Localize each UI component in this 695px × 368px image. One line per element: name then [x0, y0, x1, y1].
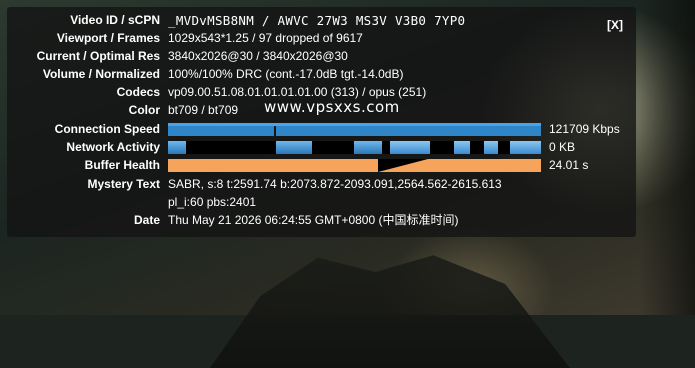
date-label: Date: [133, 213, 160, 227]
connection-bar-highlight: [168, 123, 541, 126]
row-date: Date Thu May 21 2026 06:24:55 GMT+0800 (…: [7, 212, 636, 229]
stats-for-nerds-panel: [X] Video ID / sCPN _MVDvMSB8NM / AWVC 2…: [7, 7, 636, 237]
buffer-bar-ramp: [378, 159, 428, 172]
row-buffer-health: Buffer Health 24.01 s: [7, 157, 636, 174]
network-burst: [276, 141, 312, 154]
connection-speed-label: Connection Speed: [54, 122, 160, 136]
connection-speed-graph: [168, 123, 541, 136]
color-value: bt709 / bt709: [168, 103, 239, 117]
buffer-bar-segment: [428, 159, 541, 172]
mystery-text-label: Mystery Text: [87, 177, 160, 191]
row-resolution: Current / Optimal Res 3840x2026@30 / 384…: [7, 48, 636, 65]
row-connection-speed: Connection Speed 121709 Kbps: [7, 121, 636, 138]
network-burst: [510, 141, 541, 154]
network-activity-value: 0 KB: [549, 140, 576, 154]
network-burst: [354, 141, 382, 154]
mystery-text-line2: pl_i:60 pbs:2401: [168, 195, 257, 209]
viewport-label: Viewport / Frames: [56, 31, 160, 45]
network-burst: [454, 141, 470, 154]
row-mystery-text-2: pl_i:60 pbs:2401: [7, 194, 636, 211]
buffer-health-value: 24.01 s: [549, 158, 589, 172]
buffer-bar-segment: [168, 159, 378, 172]
volume-value: 100%/100% DRC (cont.-17.0dB tgt.-14.0dB): [168, 67, 404, 81]
connection-speed-value: 121709 Kbps: [549, 122, 620, 136]
row-color: Color bt709 / bt709 www.vpsxxs.com: [7, 98, 636, 119]
row-viewport: Viewport / Frames 1029x543*1.25 / 97 dro…: [7, 30, 636, 47]
video-id-label: Video ID / sCPN: [70, 13, 160, 27]
row-volume: Volume / Normalized 100%/100% DRC (cont.…: [7, 66, 636, 83]
mystery-text-line1: SABR, s:8 t:2591.74 b:2073.872-2093.091,…: [168, 177, 502, 191]
watermark-text: www.vpsxxs.com: [264, 98, 400, 116]
resolution-label: Current / Optimal Res: [36, 49, 160, 63]
network-burst: [484, 141, 498, 154]
buffer-health-graph: [168, 159, 541, 172]
date-value: Thu May 21 2026 06:24:55 GMT+0800 (中国标准时…: [168, 213, 459, 227]
volume-label: Volume / Normalized: [42, 67, 160, 81]
network-burst: [390, 141, 430, 154]
color-label: Color: [128, 103, 160, 117]
network-activity-graph: [168, 141, 541, 154]
codecs-label: Codecs: [116, 85, 160, 99]
buffer-health-label: Buffer Health: [84, 158, 160, 172]
row-mystery-text: Mystery Text SABR, s:8 t:2591.74 b:2073.…: [7, 176, 636, 193]
mountain-silhouette: [210, 255, 570, 368]
network-burst: [168, 141, 186, 154]
resolution-value: 3840x2026@30 / 3840x2026@30: [168, 49, 348, 63]
row-video-id: Video ID / sCPN _MVDvMSB8NM / AWVC 27W3 …: [7, 12, 636, 29]
network-activity-label: Network Activity: [66, 140, 160, 154]
viewport-value: 1029x543*1.25 / 97 dropped of 9617: [168, 31, 363, 45]
tree-shadow: [640, 0, 695, 315]
video-id-value: _MVDvMSB8NM / AWVC 27W3 MS3V V3B0 7YP0: [168, 13, 466, 28]
row-network-activity: Network Activity 0 KB: [7, 139, 636, 156]
